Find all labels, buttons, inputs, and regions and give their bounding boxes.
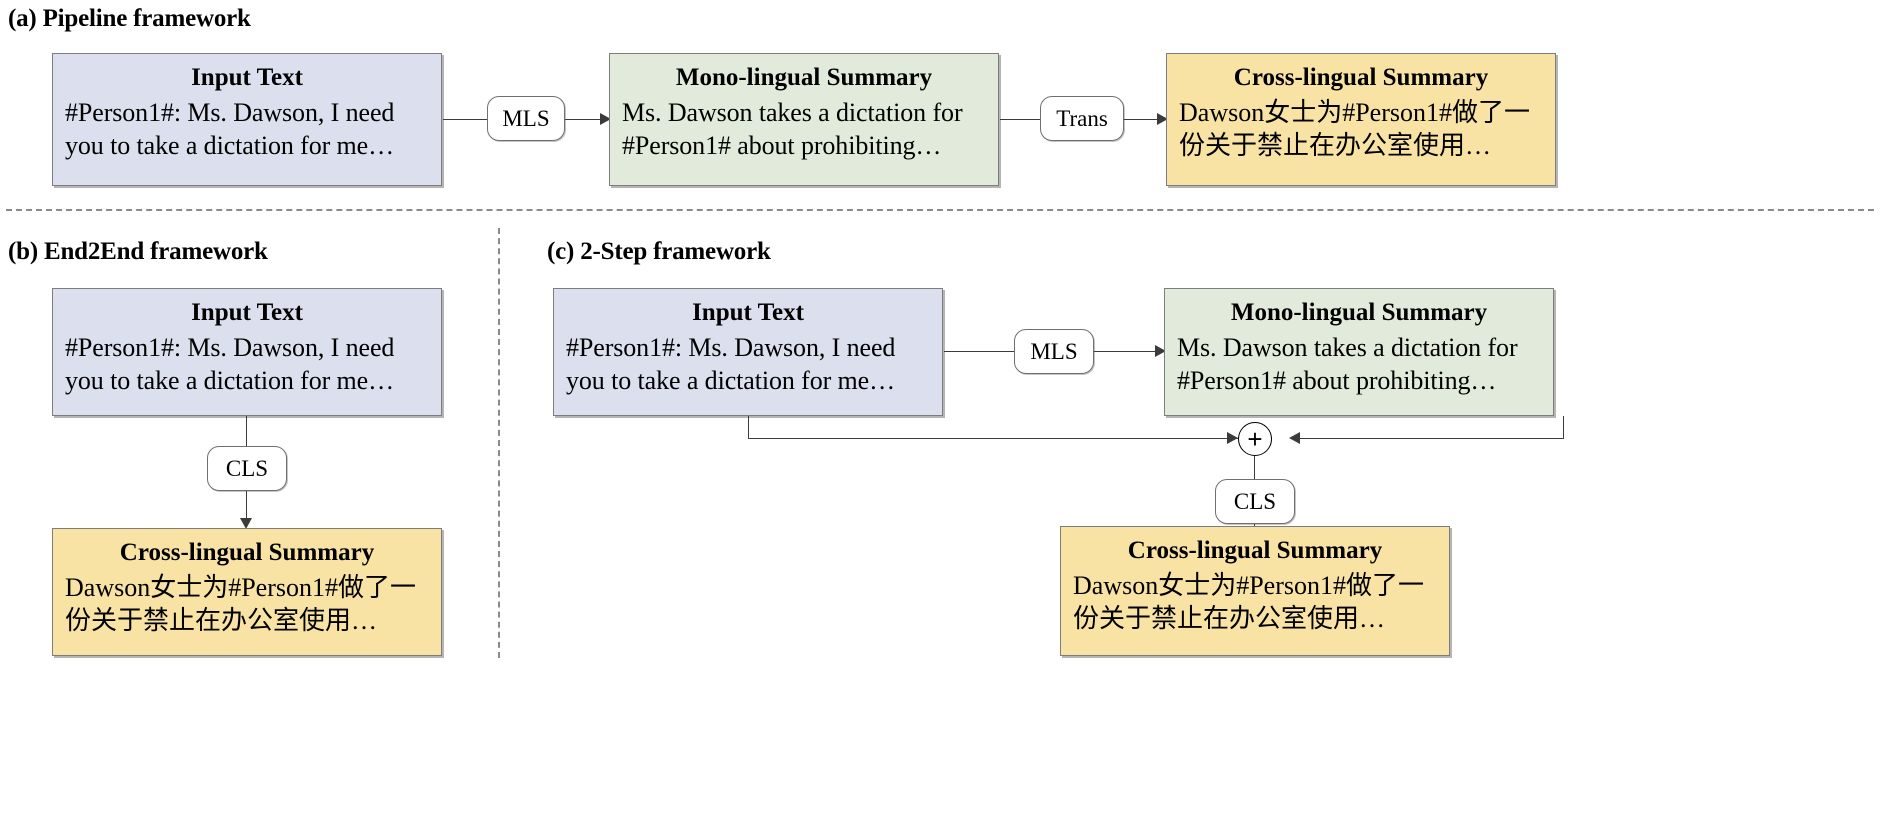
operator-label: MLS — [502, 106, 550, 131]
connector-a-input-to-mls — [443, 119, 487, 121]
box-title: Cross-lingual Summary — [119, 539, 375, 566]
connector-b-cls-to-cross — [246, 491, 248, 521]
connector-c-input-down — [748, 416, 750, 439]
box-body: Dawson女士为#Person1#做了一份关于禁止在办公室使用… — [65, 573, 416, 635]
connector-c-plus-to-cls — [1254, 456, 1256, 479]
box-title: Input Text — [692, 299, 804, 326]
panel-b-input-text-box: Input Text #Person1#: Ms. Dawson, I need… — [52, 288, 442, 416]
operator-mls-c[interactable]: MLS — [1014, 329, 1094, 374]
connector-a-mono-to-trans — [1000, 119, 1040, 121]
panel-c-mono-summary-box: Mono-lingual Summary Ms. Dawson takes a … — [1164, 288, 1554, 416]
panel-a-title: (a) Pipeline framework — [8, 5, 251, 32]
connector-c-mls-to-mono — [1094, 351, 1156, 353]
connector-b-input-to-cls — [246, 416, 248, 446]
panel-a-input-text-box: Input Text #Person1#: Ms. Dawson, I need… — [52, 53, 442, 186]
box-body: #Person1#: Ms. Dawson, I need you to tak… — [566, 333, 896, 395]
plus-label: + — [1247, 424, 1263, 454]
box-body: #Person1#: Ms. Dawson, I need you to tak… — [65, 333, 395, 395]
box-body: Ms. Dawson takes a dictation for #Person… — [622, 98, 963, 160]
box-title: Mono-lingual Summary — [1230, 299, 1488, 326]
operator-trans-a[interactable]: Trans — [1040, 96, 1124, 141]
box-title: Input Text — [191, 299, 303, 326]
operator-cls-c[interactable]: CLS — [1215, 479, 1295, 524]
panel-b-title: (b) End2End framework — [8, 238, 268, 265]
panel-b-cross-summary-box: Cross-lingual Summary Dawson女士为#Person1#… — [52, 528, 442, 656]
box-title: Mono-lingual Summary — [675, 64, 933, 91]
panel-c-input-text-box: Input Text #Person1#: Ms. Dawson, I need… — [553, 288, 943, 416]
operator-label: MLS — [1030, 339, 1078, 364]
divider-vertical — [498, 228, 500, 658]
panel-c-cross-summary-box: Cross-lingual Summary Dawson女士为#Person1#… — [1060, 526, 1450, 656]
connector-a-mls-to-mono — [565, 119, 601, 121]
box-title: Cross-lingual Summary — [1127, 537, 1383, 564]
panel-c-title: (c) 2-Step framework — [547, 238, 771, 265]
connector-c-mono-down — [1563, 416, 1565, 439]
arrowhead-left-icon — [1289, 432, 1300, 444]
operator-label: CLS — [1233, 489, 1277, 514]
box-body: Ms. Dawson takes a dictation for #Person… — [1177, 333, 1518, 395]
connector-c-input-to-plus — [748, 438, 1238, 440]
operator-mls-a[interactable]: MLS — [487, 96, 565, 141]
operator-label: Trans — [1056, 106, 1108, 131]
plus-junction: + — [1238, 422, 1272, 456]
figure-canvas: (a) Pipeline framework Input Text #Perso… — [0, 0, 1882, 813]
box-body: Dawson女士为#Person1#做了一份关于禁止在办公室使用… — [1073, 571, 1424, 633]
box-title: Input Text — [191, 64, 303, 91]
operator-label: CLS — [225, 456, 269, 481]
connector-c-mono-to-plus — [1291, 438, 1564, 440]
arrowhead-right-icon — [1227, 432, 1238, 444]
operator-cls-b[interactable]: CLS — [207, 446, 287, 491]
box-body: #Person1#: Ms. Dawson, I need you to tak… — [65, 98, 395, 160]
connector-c-input-to-mls — [944, 351, 1014, 353]
connector-a-trans-to-cross — [1124, 119, 1158, 121]
box-title: Cross-lingual Summary — [1233, 64, 1489, 91]
divider-horizontal — [6, 209, 1874, 211]
panel-a-cross-summary-box: Cross-lingual Summary Dawson女士为#Person1#… — [1166, 53, 1556, 186]
panel-a-mono-summary-box: Mono-lingual Summary Ms. Dawson takes a … — [609, 53, 999, 186]
box-body: Dawson女士为#Person1#做了一份关于禁止在办公室使用… — [1179, 98, 1530, 160]
